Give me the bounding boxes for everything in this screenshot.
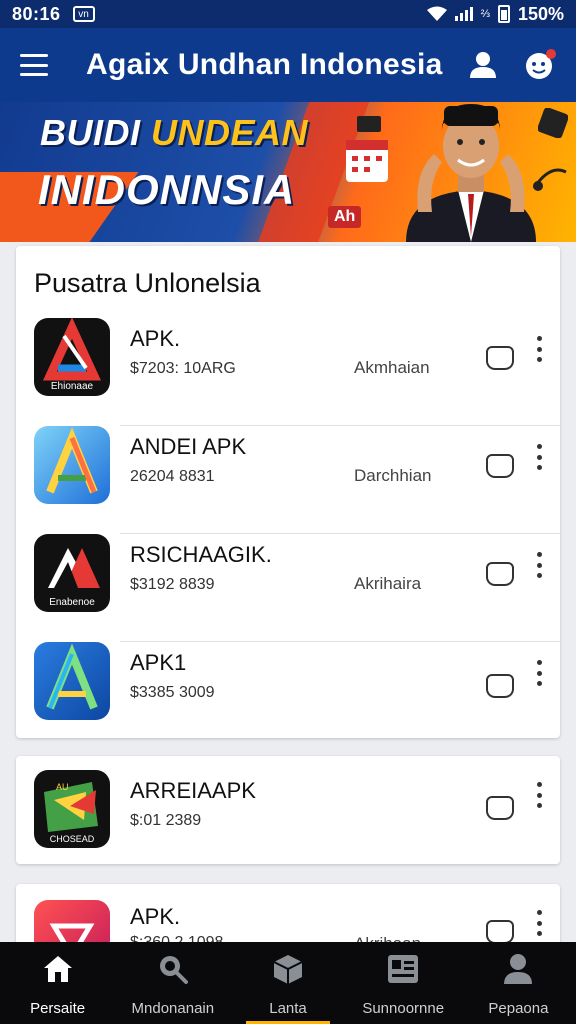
news-icon — [386, 952, 420, 986]
app-name: ARREIAAPK — [130, 778, 256, 803]
more-options-icon[interactable] — [532, 444, 546, 470]
app-icon — [34, 426, 110, 504]
more-options-icon[interactable] — [532, 660, 546, 686]
home-icon — [41, 952, 75, 986]
app-subtitle: $3385 3009 — [130, 684, 215, 701]
nav-item-box[interactable]: Lanta — [230, 942, 345, 1024]
calendar-icon — [346, 140, 388, 182]
list-item[interactable]: ANDEI APK 26204 8831 Darchhian — [16, 426, 560, 534]
more-options-icon[interactable] — [532, 782, 546, 808]
nav-label: Pepaona — [488, 1000, 549, 1017]
download-icon[interactable] — [486, 920, 514, 944]
battery-icon — [497, 5, 510, 23]
app-bar: Agaix Undhan Indonesia — [0, 28, 576, 102]
promo-banner[interactable]: BUIDI UNDEAN INIDONNSIA Ah — [0, 102, 576, 242]
app-bar-actions — [466, 48, 556, 82]
person-icon — [501, 952, 535, 986]
banner-headline: BUIDI UNDEAN — [40, 112, 308, 154]
svg-text:Ehionaae: Ehionaae — [51, 381, 94, 392]
nav-item-home[interactable]: Persaite — [0, 942, 115, 1024]
app-name: APK. — [130, 904, 181, 929]
signal-icon — [454, 7, 473, 21]
download-icon[interactable] — [486, 674, 514, 698]
svg-text:AU: AU — [56, 782, 69, 792]
banner-word-1: BUIDI — [40, 112, 141, 153]
nav-item-news[interactable]: Sunnoornne — [346, 942, 461, 1024]
app-name: APK. — [130, 326, 181, 351]
list-item[interactable]: Enabenoe RSICHAAGIK. $3192 8839 Akrihair… — [16, 534, 560, 642]
svg-text:CHOSEAD: CHOSEAD — [50, 834, 95, 844]
app-list-card: Pusatra Unlonelsia Ehionaae APK. $7203: … — [16, 246, 560, 738]
svg-text:Enabenoe: Enabenoe — [49, 597, 95, 608]
app-subtitle: $3192 8839 — [130, 576, 215, 593]
app-status: Akmhaian — [354, 358, 430, 377]
hamburger-icon[interactable] — [20, 54, 48, 76]
app-status: Akrihaira — [354, 574, 422, 593]
app-status: Darchhian — [354, 466, 432, 485]
download-icon[interactable] — [486, 346, 514, 370]
list-item[interactable]: APK1 $3385 3009 — [16, 642, 560, 750]
app-icon — [34, 642, 110, 720]
app-name: ANDEI APK — [130, 434, 247, 459]
search-icon — [156, 952, 190, 986]
status-time: 80:16 — [12, 3, 61, 24]
nav-label: Persaite — [30, 1000, 86, 1017]
app-name: APK1 — [130, 650, 187, 675]
data-indicator-icon: ⅔ — [480, 8, 490, 20]
download-icon[interactable] — [486, 454, 514, 478]
vpn-icon: vn — [72, 6, 95, 22]
banner-badge: Ah — [328, 206, 362, 228]
nav-label: Lanta — [269, 1000, 307, 1017]
book-icon — [357, 116, 381, 132]
status-bar: 80:16 vn ⅔ 150% — [0, 0, 576, 28]
banner-word-2: UNDEAN — [151, 112, 309, 153]
user-icon[interactable] — [466, 48, 500, 82]
featured-app-card[interactable]: AU CHOSEAD ARREIAAPK $:01 2389 — [16, 756, 560, 864]
app-subtitle: $:01 2389 — [130, 812, 202, 829]
battery-percent: 150% — [517, 3, 564, 24]
smiley-bell-icon[interactable] — [522, 48, 556, 82]
nav-label: Sunnoornne — [362, 1000, 445, 1017]
section-title: Pusatra Unlonelsia — [34, 268, 261, 298]
app-icon: Enabenoe — [34, 534, 110, 612]
more-options-icon[interactable] — [532, 552, 546, 578]
more-options-icon[interactable] — [532, 910, 546, 936]
bottom-navigation: Persaite Mndonanain Lanta Sunnoornne Pep… — [0, 942, 576, 1024]
notification-dot — [546, 49, 556, 59]
more-options-icon[interactable] — [532, 336, 546, 362]
wifi-icon — [426, 6, 447, 21]
person-illustration — [406, 104, 536, 242]
list-item[interactable]: Ehionaae APK. $7203: 10ARG Akmhaian — [16, 318, 560, 426]
nav-item-search[interactable]: Mndonanain — [115, 942, 230, 1024]
status-right: ⅔ 150% — [426, 3, 564, 25]
banner-subheadline: INIDONNSIA — [38, 166, 296, 213]
app-name: RSICHAAGIK. — [130, 542, 272, 567]
nav-label: Mndonanain — [131, 1000, 215, 1017]
app-title: Agaix Undhan Indonesia — [86, 48, 443, 81]
app-icon: Ehionaae — [34, 318, 110, 396]
app-subtitle: $7203: 10ARG — [130, 360, 236, 377]
download-icon[interactable] — [486, 796, 514, 820]
box-icon — [271, 952, 305, 986]
app-subtitle: 26204 8831 — [130, 468, 215, 485]
app-icon: AU CHOSEAD — [34, 770, 110, 848]
download-icon[interactable] — [486, 562, 514, 586]
nav-item-profile[interactable]: Pepaona — [461, 942, 576, 1024]
